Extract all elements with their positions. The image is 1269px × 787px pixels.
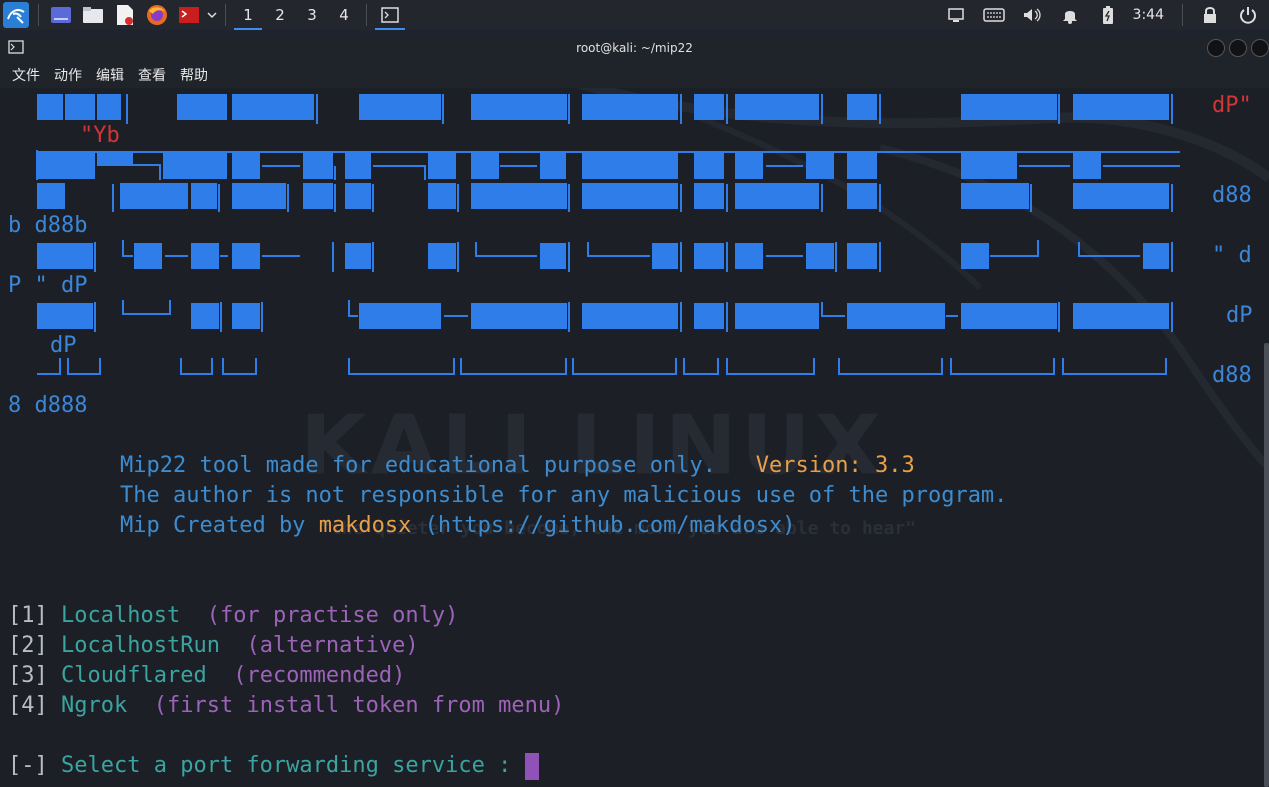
input-prompt-line: [-] Select a port forwarding service : xyxy=(8,752,539,780)
menu-help[interactable]: 帮助 xyxy=(180,65,208,85)
system-tray: 3:44 xyxy=(939,2,1269,28)
file-manager-icon[interactable] xyxy=(80,2,106,28)
terminal-launcher-icon[interactable] xyxy=(176,2,202,28)
keyboard-icon[interactable] xyxy=(980,2,1008,28)
banner-fragment: d88 xyxy=(1212,363,1252,388)
terminal-cursor[interactable] xyxy=(524,752,539,780)
battery-icon[interactable] xyxy=(1094,2,1122,28)
author-prefix: Mip Created by xyxy=(120,513,319,538)
terminal-scrollbar[interactable] xyxy=(1264,343,1269,787)
taskbar-separator xyxy=(38,4,39,26)
display-icon[interactable] xyxy=(942,2,970,28)
taskbar-separator xyxy=(1182,4,1183,26)
ascii-art-box-lines xyxy=(36,94,1180,375)
text-editor-icon[interactable] xyxy=(112,2,138,28)
lock-icon[interactable] xyxy=(1196,2,1224,28)
taskbar: 1 2 3 4 3:44 xyxy=(0,0,1269,30)
banner-fragment: 8 d888 xyxy=(8,393,88,418)
power-icon[interactable] xyxy=(1234,2,1262,28)
menu-actions[interactable]: 动作 xyxy=(54,65,82,85)
minimize-button[interactable] xyxy=(1207,39,1225,57)
notification-bell-icon[interactable] xyxy=(1056,2,1084,28)
option-note: (for practise only) xyxy=(206,603,459,628)
menu-view[interactable]: 查看 xyxy=(138,65,166,85)
option-note: (first install token from menu) xyxy=(153,693,565,718)
option-name: LocalhostRun xyxy=(61,633,220,658)
option-item: [3] Cloudflared (recommended) xyxy=(8,663,406,688)
option-name: Cloudflared xyxy=(61,663,207,688)
prompt-marker: [-] xyxy=(8,753,48,778)
option-number: 3 xyxy=(21,663,35,688)
taskbar-terminal-window-button[interactable] xyxy=(373,0,407,30)
banner-fragment: "Yb xyxy=(80,123,120,148)
banner-fragment: P " dP xyxy=(8,273,88,298)
option-note: (recommended) xyxy=(233,663,406,688)
option-number: 1 xyxy=(21,603,35,628)
workspace-3[interactable]: 3 xyxy=(296,0,328,30)
author-line: Mip Created by makdosx (https://github.c… xyxy=(120,512,796,540)
option-name: Ngrok xyxy=(61,693,128,718)
disclaimer-text: Mip22 tool made for educational purpose … xyxy=(120,453,717,478)
workspace-1[interactable]: 1 xyxy=(232,0,264,30)
show-desktop-icon[interactable] xyxy=(48,2,74,28)
banner-fragment: dP xyxy=(50,333,77,358)
workspace-2[interactable]: 2 xyxy=(264,0,296,30)
menu-edit[interactable]: 编辑 xyxy=(96,65,124,85)
window-title: root@kali: ~/mip22 xyxy=(576,41,693,55)
workspace-4[interactable]: 4 xyxy=(328,0,360,30)
option-name: Localhost xyxy=(61,603,181,628)
author-url: (https://github.com/makdosx) xyxy=(411,513,796,538)
volume-icon[interactable] xyxy=(1018,2,1046,28)
maximize-button[interactable] xyxy=(1229,39,1247,57)
clock[interactable]: 3:44 xyxy=(1133,7,1164,23)
option-item: [2] LocalhostRun (alternative) xyxy=(8,633,419,658)
menu-file[interactable]: 文件 xyxy=(12,65,40,85)
option-item: [1] Localhost (for practise only) xyxy=(8,603,459,628)
banner-fragment: b d88b xyxy=(8,213,88,238)
option-item: [4] Ngrok (first install token from menu… xyxy=(8,693,565,718)
window-controls xyxy=(1207,39,1269,57)
chevron-down-icon[interactable] xyxy=(205,2,219,28)
banner-fragment: d88 xyxy=(1212,183,1252,208)
disclaimer-line-2: The author is not responsible for any ma… xyxy=(120,483,1008,508)
kali-menu-icon[interactable] xyxy=(3,2,29,28)
firefox-icon[interactable] xyxy=(144,2,170,28)
taskbar-separator xyxy=(366,4,367,26)
disclaimer-line-1: Mip22 tool made for educational purpose … xyxy=(120,452,915,480)
option-note: (alternative) xyxy=(246,633,419,658)
option-number: 2 xyxy=(21,633,35,658)
banner-fragment: dP" xyxy=(1212,93,1252,118)
author-name: makdosx xyxy=(318,513,412,538)
terminal-window-icon xyxy=(381,7,399,23)
window-titlebar[interactable]: root@kali: ~/mip22 xyxy=(0,34,1269,62)
window-menubar: 文件 动作 编辑 查看 帮助 xyxy=(0,62,1269,88)
taskbar-separator xyxy=(225,4,226,26)
close-button[interactable] xyxy=(1251,39,1269,57)
banner-fragment: " d xyxy=(1212,243,1252,268)
prompt-text: Select a port forwarding service : xyxy=(61,753,512,778)
version-label: Version: 3.3 xyxy=(755,453,915,478)
terminal-area[interactable]: KALI LINUX "the quieter you become, the … xyxy=(0,88,1269,787)
banner-fragment: dP xyxy=(1226,303,1253,328)
option-number: 4 xyxy=(21,693,35,718)
terminal-window-icon xyxy=(8,40,24,57)
